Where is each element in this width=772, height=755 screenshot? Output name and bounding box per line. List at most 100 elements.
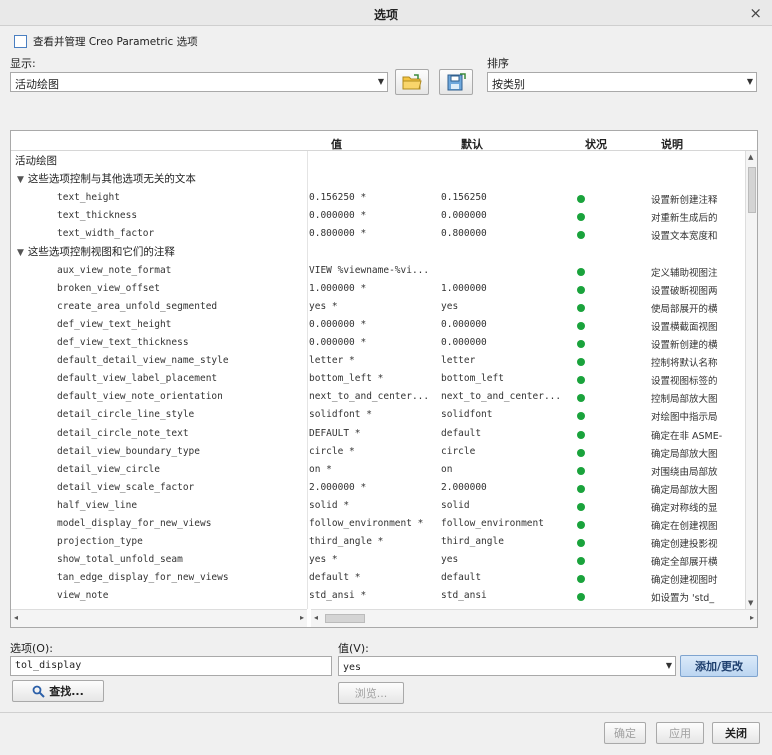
option-value: default * xyxy=(309,572,361,584)
scroll-right-icon[interactable]: ▸ xyxy=(750,613,754,622)
open-config-button[interactable] xyxy=(395,69,429,95)
option-value: 0.000000 * xyxy=(309,337,367,348)
option-name: view_note xyxy=(57,590,109,602)
tree-group[interactable]: ▼ 这些选项控制视图和它们的注释 xyxy=(17,244,175,262)
table-row[interactable]: default_view_label_placement bottom_left … xyxy=(11,370,745,388)
options-table: 值 默认 状况 说明 活动绘图 ▼ 这些选项控制与其他选项无关的文本 text_hei… xyxy=(10,130,758,628)
table-row[interactable]: show_total_unfold_seam yes * yes 确定全部展开横 xyxy=(11,551,745,569)
option-name: detail_view_boundary_type xyxy=(57,445,200,457)
option-name: detail_view_circle xyxy=(57,463,160,475)
sort-select-value: 按类别 xyxy=(492,78,525,91)
add-change-button[interactable]: 添加/更改 xyxy=(680,655,758,677)
apply-button[interactable]: 应用 xyxy=(656,722,704,744)
scroll-right-icon[interactable]: ▸ xyxy=(300,613,304,622)
status-ok-icon xyxy=(577,521,585,529)
expand-triangle-icon[interactable]: ▼ xyxy=(17,248,24,258)
option-default: 0.156250 xyxy=(441,192,487,204)
option-default: yes xyxy=(441,554,459,566)
display-label: 显示: xyxy=(10,57,36,70)
option-value: solidfont * xyxy=(309,409,372,421)
tree-group[interactable]: ▼ 这些选项控制与其他选项无关的文本 xyxy=(17,171,196,189)
table-row[interactable]: projection_type third_angle * third_angle 确… xyxy=(11,533,745,551)
option-description: 确定在非 ASME- xyxy=(651,430,723,442)
table-row[interactable]: detail_view_boundary_type circle * circle 确… xyxy=(11,443,745,461)
option-description: 设置新创建的横 xyxy=(651,340,718,351)
table-row[interactable]: detail_view_scale_factor 2.000000 * 2.0000… xyxy=(11,479,745,497)
ok-button[interactable]: 确定 xyxy=(604,722,646,744)
table-row[interactable]: def_view_text_height 0.000000 * 0.000000 设置… xyxy=(11,316,745,334)
manage-options-checkbox[interactable] xyxy=(14,35,27,48)
vertical-scroll-thumb[interactable] xyxy=(748,167,756,213)
display-select[interactable]: 活动绘图 ▼ xyxy=(10,72,388,92)
status-ok-icon xyxy=(577,213,585,222)
table-row[interactable]: def_view_text_thickness 0.000000 * 0.00000… xyxy=(11,334,745,352)
option-name: broken_view_offset xyxy=(57,282,160,294)
option-default: on xyxy=(441,463,453,475)
scroll-down-icon[interactable]: ▼ xyxy=(748,599,753,607)
option-description: 定义辅助视图注 xyxy=(651,267,718,279)
column-header-default[interactable]: 默认 xyxy=(461,136,483,152)
column-header-description[interactable]: 说明 xyxy=(661,136,683,152)
table-row[interactable]: aux_view_note_format VIEW %viewname-%vi..… xyxy=(11,262,745,280)
option-name: text_height xyxy=(57,192,120,204)
table-row[interactable]: detail_view_circle on * on 对围绕由局部放 xyxy=(11,461,745,479)
horizontal-scrollbar-left[interactable]: ◂ ▸ xyxy=(11,609,307,627)
option-default: solidfont xyxy=(441,409,493,421)
option-description: 确定全部展开横 xyxy=(651,557,718,569)
table-row[interactable]: default_detail_view_name_style letter * le… xyxy=(11,352,745,370)
table-row[interactable]: broken_view_offset 1.000000 * 1.000000 设置破断… xyxy=(11,280,745,298)
option-name: text_thickness xyxy=(57,210,138,222)
column-header-value[interactable]: 值 xyxy=(331,136,342,152)
title-bar: 选项 × xyxy=(0,0,772,26)
option-default: letter xyxy=(441,355,476,367)
option-input[interactable]: tol_display xyxy=(10,656,332,676)
table-row[interactable]: text_height 0.156250 * 0.156250 设置新创建注释 xyxy=(11,189,745,207)
option-default: circle xyxy=(441,445,476,457)
expand-triangle-icon[interactable]: ▼ xyxy=(17,175,24,185)
status-ok-icon xyxy=(577,195,585,204)
option-name: default_detail_view_name_style xyxy=(57,355,229,367)
value-select[interactable]: yes ▼ xyxy=(338,656,676,676)
column-header-status[interactable]: 状况 xyxy=(585,136,607,152)
magnifier-icon xyxy=(32,685,45,698)
option-name: create_area_unfold_segmented xyxy=(57,300,218,312)
table-row[interactable]: text_width_factor 0.800000 * 0.800000 设置文本宽… xyxy=(11,225,745,243)
option-default: bottom_left xyxy=(441,373,504,385)
table-row[interactable]: half_view_line solid * solid 确定对称线的显 xyxy=(11,497,745,515)
option-description: 设置视图标签的 xyxy=(651,376,718,388)
option-name: aux_view_note_format xyxy=(57,264,172,276)
table-row[interactable]: view_note std_ansi * std_ansi 如设置为 'std_ xyxy=(11,587,745,605)
find-button[interactable]: 查找... xyxy=(12,680,104,702)
table-row[interactable]: default_view_note_orientation next_to_and… xyxy=(11,388,745,406)
tree-root[interactable]: 活动绘图 xyxy=(15,153,57,171)
status-ok-icon xyxy=(577,321,585,330)
table-row[interactable]: detail_circle_note_text DEFAULT * default 确… xyxy=(11,425,745,443)
option-name: projection_type xyxy=(57,536,143,548)
table-row[interactable]: tan_edge_display_for_new_views default * d… xyxy=(11,569,745,587)
sort-select[interactable]: 按类别 ▼ xyxy=(487,72,757,92)
status-ok-icon xyxy=(577,303,585,312)
table-row[interactable]: create_area_unfold_segmented yes * yes 使局部展… xyxy=(11,298,745,316)
vertical-scrollbar[interactable]: ▲ ▼ xyxy=(745,151,757,609)
table-row[interactable]: detail_circle_line_style solidfont * solid… xyxy=(11,406,745,424)
close-icon[interactable]: × xyxy=(749,4,762,22)
option-value: circle * xyxy=(309,445,355,457)
option-value: 0.000000 * xyxy=(309,210,367,222)
table-row[interactable]: model_display_for_new_views follow_enviro… xyxy=(11,515,745,533)
status-ok-icon xyxy=(577,394,585,403)
scroll-up-icon[interactable]: ▲ xyxy=(748,153,753,161)
scroll-left-icon[interactable]: ◂ xyxy=(314,613,318,622)
scroll-left-icon[interactable]: ◂ xyxy=(14,613,18,622)
status-ok-icon xyxy=(577,430,585,439)
option-default: third_angle xyxy=(441,536,504,548)
horizontal-scrollbar-right[interactable]: ◂ ▸ xyxy=(311,609,757,627)
save-config-button[interactable] xyxy=(439,69,473,95)
manage-options-row[interactable]: 查看并管理 Creo Parametric 选项 xyxy=(14,34,198,49)
tree-group-label: 这些选项控制视图和它们的注释 xyxy=(27,245,175,258)
horizontal-scroll-thumb[interactable] xyxy=(325,614,365,623)
browse-button[interactable]: 浏览... xyxy=(338,682,404,704)
close-button[interactable]: 关闭 xyxy=(712,722,760,744)
table-row[interactable]: text_thickness 0.000000 * 0.000000 对重新生成后的 xyxy=(11,207,745,225)
option-description: 确定创建视图时 xyxy=(651,575,718,587)
option-default: 2.000000 xyxy=(441,481,487,493)
